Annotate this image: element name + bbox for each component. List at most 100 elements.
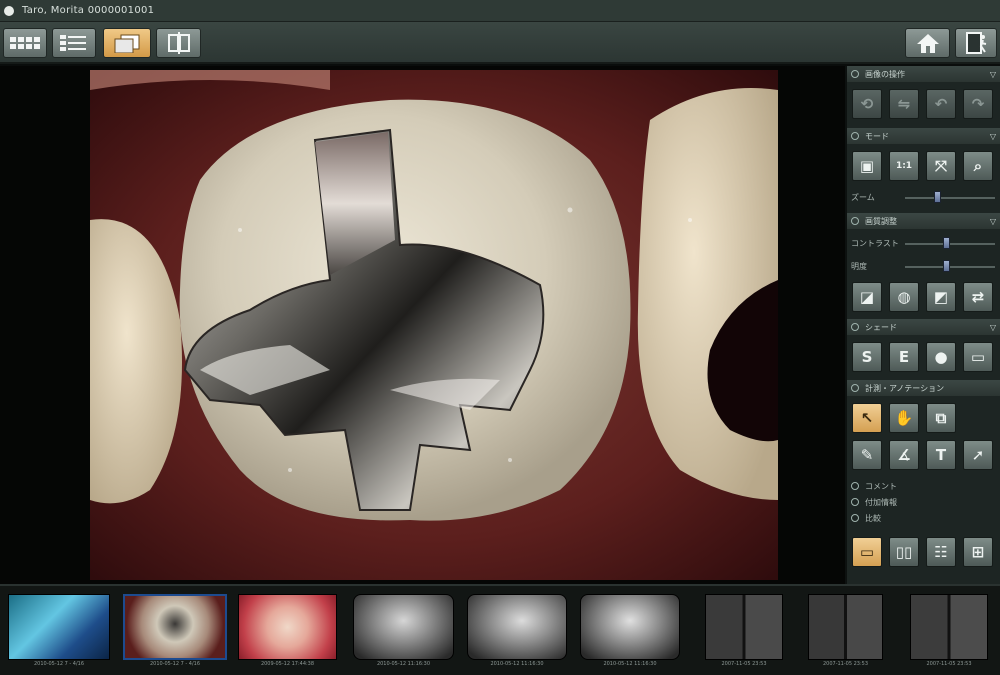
- thumbnail-item[interactable]: 2010-05-12 11:16:30: [580, 594, 680, 667]
- crop-icon: ⧉: [935, 409, 947, 427]
- thumbnail-grid-icon: [10, 37, 40, 49]
- hand-icon: ✋: [894, 409, 914, 427]
- fit-screen-button[interactable]: ▣: [852, 151, 882, 181]
- thumbnail-item[interactable]: 2010-05-12 7 - 4/16: [8, 594, 110, 667]
- compare-view-icon: [167, 32, 190, 54]
- angle-icon: ∡: [897, 446, 911, 464]
- section-shade[interactable]: シェード ▽: [847, 319, 1000, 335]
- section-mode[interactable]: モード ▽: [847, 128, 1000, 144]
- ruler-tool-button[interactable]: ✎: [852, 440, 882, 470]
- exit-door-icon: [966, 32, 987, 54]
- sub-item-info[interactable]: 付加情報: [847, 495, 1000, 509]
- sharpen-button[interactable]: ◍: [889, 282, 919, 312]
- brightness-knob[interactable]: [943, 260, 950, 272]
- crop-tool-button[interactable]: ⧉: [926, 403, 956, 433]
- thumbnail-caption: 2010-05-12 11:16:30: [376, 661, 431, 667]
- thumbnail-caption: 2010-05-12 7 - 4/16: [149, 661, 201, 667]
- actual-size-button[interactable]: 1:1: [889, 151, 919, 181]
- thumbnail-image: [8, 594, 110, 660]
- image-viewer[interactable]: [0, 66, 845, 584]
- redo-button[interactable]: ↷: [963, 89, 993, 119]
- layout-2-icon: ▯▯: [895, 543, 913, 561]
- layout-4-button[interactable]: ⊞: [963, 537, 993, 567]
- thumbnail-item[interactable]: 2010-05-12 11:16:30: [467, 594, 567, 667]
- zoom-knob[interactable]: [934, 191, 941, 203]
- circle-icon: ●: [934, 348, 948, 366]
- shade-rectangle-button[interactable]: ▭: [963, 342, 993, 372]
- home-button[interactable]: [905, 28, 950, 58]
- thumbnail-image: [238, 594, 337, 660]
- thumbnail-item[interactable]: 2009-05-12 17:44:38: [238, 594, 337, 667]
- section-bullet-icon: [851, 384, 859, 392]
- thumbnail-item[interactable]: 2010-05-12 7 - 4/16: [123, 594, 227, 667]
- section-bullet-icon: [851, 132, 859, 140]
- collapse-triangle-icon: ▽: [989, 216, 996, 226]
- section-label: モード: [865, 131, 889, 141]
- full-screen-button[interactable]: ⤧: [926, 151, 956, 181]
- sub-bullet-icon: [851, 498, 859, 506]
- shade-circle-button[interactable]: ●: [926, 342, 956, 372]
- collapse-triangle-icon: ▽: [989, 131, 996, 141]
- angle-tool-button[interactable]: ∡: [889, 440, 919, 470]
- section-image-operations[interactable]: 画像の操作 ▽: [847, 66, 1000, 82]
- thumbnail-item[interactable]: 2007-11-05 23:53: [705, 594, 783, 667]
- exit-button[interactable]: [955, 28, 997, 58]
- dental-image-viewer: Taro, Morita 0000001001 画像の操作 ▽ ⟲ ⇋ ↶ ↷ …: [0, 0, 1000, 675]
- thumbnail-image: [910, 594, 988, 660]
- layout-2-button[interactable]: ▯▯: [889, 537, 919, 567]
- list-view-button[interactable]: [52, 28, 96, 58]
- sub-item-compare[interactable]: 比較: [847, 511, 1000, 525]
- shade-e-button[interactable]: E: [889, 342, 919, 372]
- magnifier-button[interactable]: ⌕: [963, 151, 993, 181]
- section-bullet-icon: [851, 323, 859, 331]
- thumbnail-item[interactable]: 2007-11-05 23:53: [808, 594, 883, 667]
- text-tool-button[interactable]: T: [926, 440, 956, 470]
- section-annotation[interactable]: 計測・アノテーション: [847, 380, 1000, 396]
- compare-view-button[interactable]: [156, 28, 201, 58]
- contrast-knob[interactable]: [943, 237, 950, 249]
- zoom-slider[interactable]: ズーム: [847, 191, 1000, 205]
- single-image-button[interactable]: [103, 28, 151, 58]
- contrast-slider[interactable]: コントラスト: [847, 237, 1000, 251]
- thumbnail-image: [123, 594, 227, 660]
- thumbnail-grid-button[interactable]: [3, 28, 47, 58]
- thumbnail-caption: 2007-11-05 23:53: [822, 661, 869, 667]
- shade-s-button[interactable]: S: [852, 342, 882, 372]
- collapse-triangle-icon: ▽: [989, 69, 996, 79]
- undo-button[interactable]: ↶: [926, 89, 956, 119]
- sharpen-icon: ◍: [897, 288, 911, 306]
- arrow-tool-button[interactable]: ➚: [963, 440, 993, 470]
- sub-item-label: コメント: [865, 481, 897, 491]
- thumbnail-caption: 2007-11-05 23:53: [926, 661, 972, 667]
- flip-image-button[interactable]: ⇋: [889, 89, 919, 119]
- contrast-label: コントラスト: [851, 239, 899, 248]
- intraoral-photo[interactable]: [90, 70, 778, 580]
- single-image-icon: [114, 34, 140, 53]
- hand-tool-button[interactable]: ✋: [889, 403, 919, 433]
- thumbnail-image: [467, 594, 567, 660]
- histogram-button[interactable]: ◩: [926, 282, 956, 312]
- thumbnail-item[interactable]: 2007-11-05 23:53: [910, 594, 988, 667]
- tool-panel: 画像の操作 ▽ ⟲ ⇋ ↶ ↷ モード ▽ ▣ 1:1 ⤧ ⌕ ズーム 画質調整 ▽ …: [845, 66, 1000, 584]
- rotate-left-image-button[interactable]: ⟲: [852, 89, 882, 119]
- pointer-icon: ↖: [860, 409, 874, 427]
- pointer-tool-button[interactable]: ↖: [852, 403, 882, 433]
- arrow-icon: ➚: [971, 446, 985, 464]
- thumbnail-image: [353, 594, 454, 660]
- section-label: 画像の操作: [865, 69, 905, 79]
- gamma-icon: ◪: [859, 288, 875, 306]
- layout-1-icon: ▭: [859, 543, 875, 561]
- sub-item-comment[interactable]: コメント: [847, 479, 1000, 493]
- layout-2v-button[interactable]: ☷: [926, 537, 956, 567]
- brightness-slider[interactable]: 明度: [847, 260, 1000, 274]
- layout-1-button[interactable]: ▭: [852, 537, 882, 567]
- section-label: 計測・アノテーション: [865, 383, 945, 393]
- undo-icon: ↶: [934, 95, 948, 113]
- thumbnail-image: [580, 594, 680, 660]
- section-image-adjust[interactable]: 画質調整 ▽: [847, 213, 1000, 229]
- gamma-button[interactable]: ◪: [852, 282, 882, 312]
- thumbnail-item[interactable]: 2010-05-12 11:16:30: [353, 594, 454, 667]
- reset-button[interactable]: ⇄: [963, 282, 993, 312]
- redo-icon: ↷: [971, 95, 985, 113]
- contrast-track: [905, 243, 995, 245]
